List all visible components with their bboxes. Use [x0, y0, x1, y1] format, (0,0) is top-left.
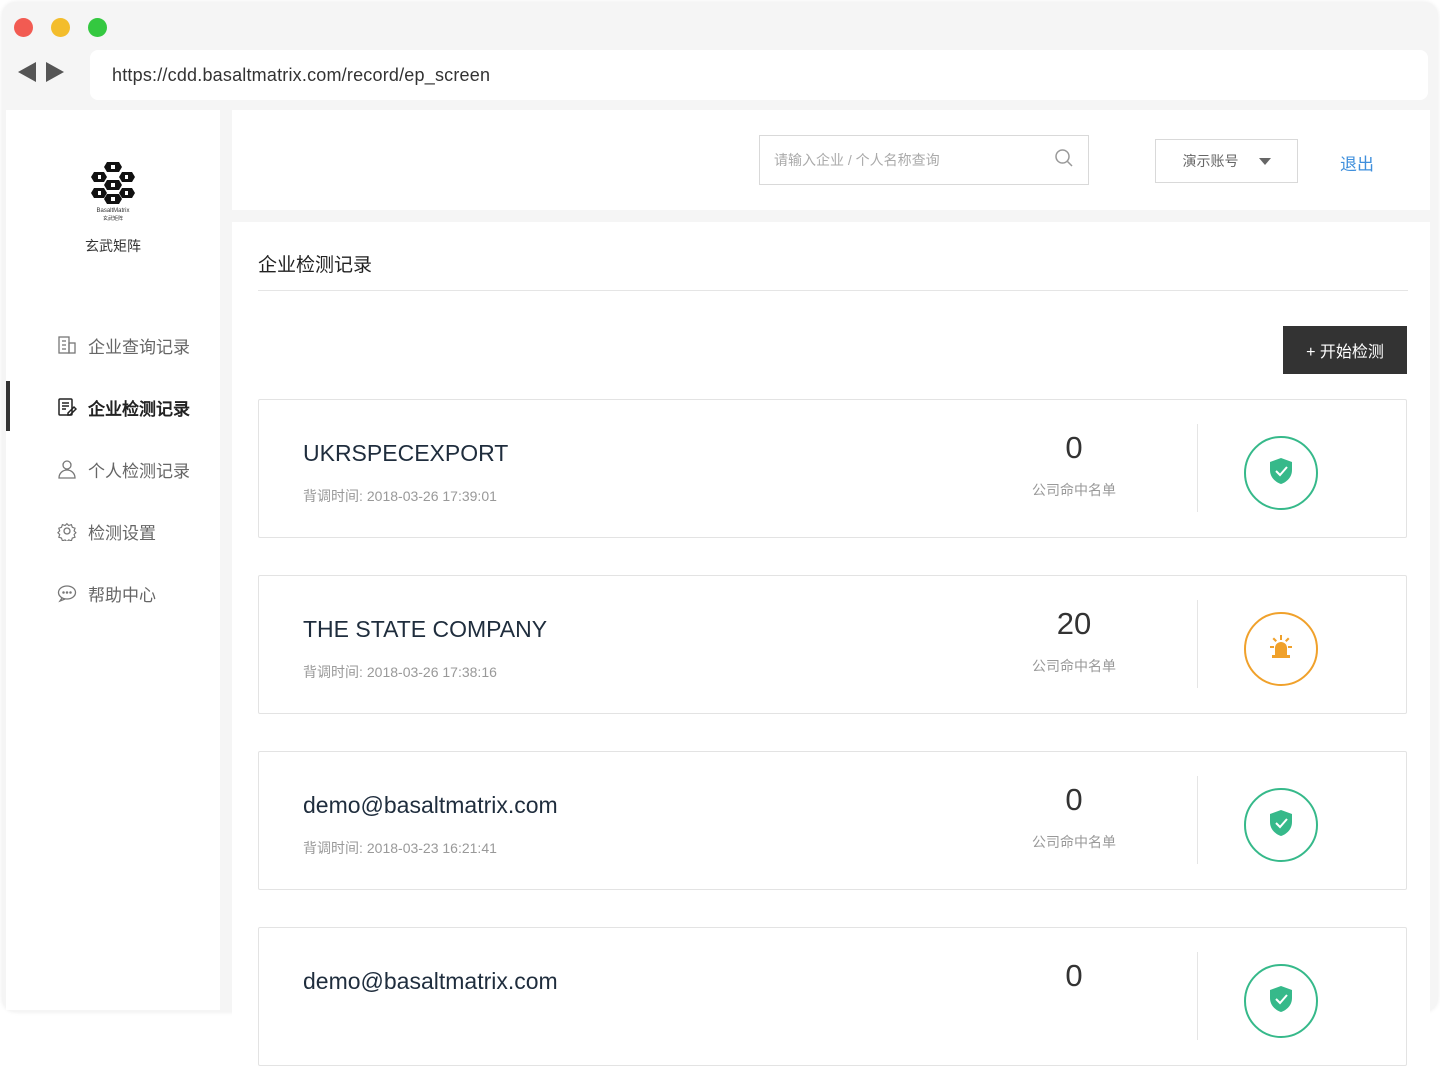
- record-card[interactable]: demo@basaltmatrix.com 0: [258, 927, 1407, 1066]
- main-content: 企业检测记录 + 开始检测 UKRSPECEXPORT 背调时间: 2018-03…: [232, 222, 1430, 1066]
- shield-check-icon: [1268, 809, 1294, 842]
- sidebar-menu: 企业查询记录 企业检测记录 个人检测记录 检测设置 帮助中心: [6, 314, 220, 624]
- page-title: 企业检测记录: [258, 255, 373, 276]
- record-card[interactable]: demo@basaltmatrix.com 背调时间: 2018-03-23 16…: [258, 751, 1407, 890]
- record-hit-caption: 公司命中名单: [1032, 482, 1116, 498]
- record-hit-count: 20: [1056, 606, 1092, 641]
- account-dropdown[interactable]: 演示账号: [1155, 139, 1298, 183]
- header: 演示账号 退出: [232, 110, 1430, 210]
- chat-bubble-icon: [56, 582, 78, 604]
- basaltmatrix-logo-icon: BasaltMatrix 玄武矩阵: [91, 162, 135, 222]
- record-name: UKRSPECEXPORT: [303, 440, 509, 466]
- gear-icon: [56, 520, 78, 542]
- svg-text:BasaltMatrix: BasaltMatrix: [96, 208, 129, 214]
- record-card[interactable]: THE STATE COMPANY 背调时间: 2018-03-26 17:38:…: [258, 575, 1407, 714]
- start-check-button[interactable]: + 开始检测: [1283, 326, 1407, 374]
- record-time-label: 背调时间:: [303, 840, 363, 856]
- minimize-window-button[interactable]: [51, 18, 70, 37]
- brand-name: 玄武矩阵: [85, 238, 141, 254]
- record-time-label: 背调时间:: [303, 488, 363, 504]
- record-time-value: 2018-03-26 17:38:16: [366, 664, 497, 680]
- record-time-value: 2018-03-23 16:21:41: [366, 840, 497, 856]
- status-badge: [1244, 612, 1318, 686]
- sidebar: BasaltMatrix 玄武矩阵 玄武矩阵 企业查询记录 企业检测记录 个人检…: [6, 110, 220, 1010]
- record-hit-caption: 公司命中名单: [1032, 834, 1116, 850]
- search-box: [759, 135, 1089, 185]
- maximize-window-button[interactable]: [88, 18, 107, 37]
- record-hit-count: 0: [1065, 958, 1083, 993]
- record-time: 背调时间: 2018-03-26 17:38:16: [303, 662, 497, 682]
- sidebar-item-label: 企业检测记录: [88, 399, 190, 419]
- sidebar-item-person-check[interactable]: 个人检测记录: [6, 438, 220, 500]
- svg-text:玄武矩阵: 玄武矩阵: [103, 215, 123, 222]
- back-arrow-icon[interactable]: [18, 62, 36, 82]
- sidebar-item-label: 帮助中心: [88, 585, 156, 605]
- sidebar-item-label: 检测设置: [88, 523, 156, 543]
- building-icon: [56, 334, 78, 356]
- address-bar[interactable]: https://cdd.basaltmatrix.com/record/ep_s…: [90, 50, 1428, 100]
- sidebar-item-enterprise-check[interactable]: 企业检测记录: [6, 376, 220, 438]
- card-divider: [1197, 952, 1198, 1040]
- logo: BasaltMatrix 玄武矩阵 玄武矩阵: [6, 160, 220, 256]
- logout-link[interactable]: 退出: [1340, 150, 1374, 175]
- record-time-label: 背调时间:: [303, 664, 363, 680]
- person-icon: [56, 458, 78, 480]
- search-input[interactable]: [774, 152, 1054, 168]
- forward-arrow-icon[interactable]: [46, 62, 64, 82]
- close-window-button[interactable]: [14, 18, 33, 37]
- record-time: 背调时间: 2018-03-23 16:21:41: [303, 838, 497, 858]
- status-badge: [1244, 436, 1318, 510]
- record-name: demo@basaltmatrix.com: [303, 792, 558, 818]
- title-divider: [258, 290, 1408, 291]
- alarm-light-icon: [1267, 633, 1295, 666]
- shield-check-icon: [1268, 985, 1294, 1018]
- record-name: demo@basaltmatrix.com: [303, 968, 558, 994]
- record-time: 背调时间: 2018-03-26 17:39:01: [303, 486, 497, 506]
- shield-check-icon: [1268, 457, 1294, 490]
- account-label: 演示账号: [1182, 153, 1239, 169]
- search-icon[interactable]: [1054, 148, 1074, 173]
- record-hit-count: 0: [1065, 782, 1083, 817]
- sidebar-item-check-settings[interactable]: 检测设置: [6, 500, 220, 562]
- caret-down-icon: [1258, 157, 1271, 165]
- browser-nav: [18, 62, 64, 82]
- url-text: https://cdd.basaltmatrix.com/record/ep_s…: [112, 64, 491, 85]
- record-hit-count: 0: [1065, 430, 1083, 465]
- sidebar-item-help-center[interactable]: 帮助中心: [6, 562, 220, 624]
- card-divider: [1197, 776, 1198, 864]
- record-card[interactable]: UKRSPECEXPORT 背调时间: 2018-03-26 17:39:01 0…: [258, 399, 1407, 538]
- record-hit-caption: 公司命中名单: [1032, 658, 1116, 674]
- card-divider: [1197, 600, 1198, 688]
- document-edit-icon: [56, 396, 78, 418]
- status-badge: [1244, 788, 1318, 862]
- sidebar-item-enterprise-query[interactable]: 企业查询记录: [6, 314, 220, 376]
- sidebar-item-label: 企业查询记录: [88, 337, 190, 357]
- card-divider: [1197, 424, 1198, 512]
- status-badge: [1244, 964, 1318, 1038]
- window-controls: [14, 18, 107, 37]
- sidebar-item-label: 个人检测记录: [88, 461, 190, 481]
- record-name: THE STATE COMPANY: [303, 616, 548, 642]
- record-time-value: 2018-03-26 17:39:01: [366, 488, 497, 504]
